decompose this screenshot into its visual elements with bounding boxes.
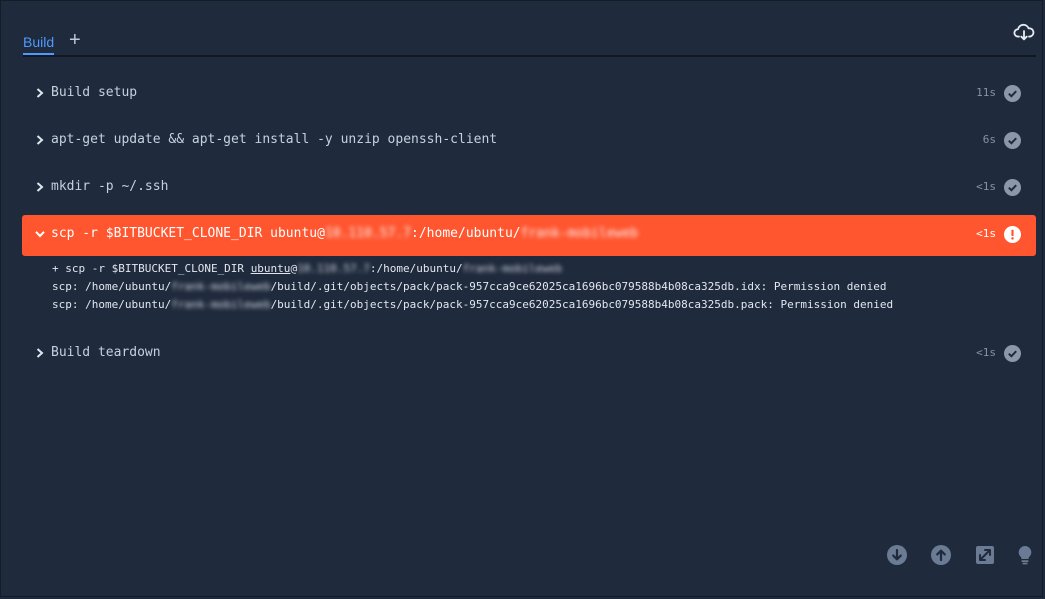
log-user-link[interactable]: ubuntu <box>251 262 291 275</box>
check-circle-icon <box>1004 345 1021 362</box>
arrow-down-icon <box>887 545 907 565</box>
step-command: apt-get update && apt-get install -y unz… <box>51 132 498 147</box>
chevron-right-icon <box>36 348 44 358</box>
chevron-right-icon <box>36 135 44 145</box>
log-text: /build/.git/objects/pack/pack-957cca9ce6… <box>270 280 887 293</box>
cloud-download-icon[interactable] <box>1013 21 1035 43</box>
step-mkdir[interactable]: mkdir -p ~/.ssh <1s <box>22 168 1036 208</box>
step-duration: <1s <box>976 180 996 193</box>
command-prefix: scp -r $BITBUCKET_CLONE_DIR ubuntu@ <box>51 226 325 241</box>
redacted-ip: 10.110.57.7 <box>297 262 370 275</box>
check-circle-icon <box>1004 132 1021 149</box>
step-build-teardown[interactable]: Build teardown <1s <box>22 334 1036 374</box>
log-text: @ <box>290 262 298 275</box>
scroll-to-bottom-button[interactable] <box>887 545 907 565</box>
log-text: scp: /home/ubuntu/ <box>52 280 172 293</box>
check-circle-icon <box>1004 179 1021 196</box>
tab-bar: Build + <box>23 28 1036 57</box>
redacted-dir: frank-mobileweb <box>520 226 639 241</box>
step-log-output: + scp -r $BITBUCKET_CLONE_DIR ubuntu@10.… <box>52 260 893 314</box>
command-path: :/home/ubuntu/ <box>411 226 521 241</box>
arrow-up-icon <box>931 545 951 565</box>
log-line: scp: /home/ubuntu/frank-mobileweb/build/… <box>52 278 893 296</box>
scroll-to-top-button[interactable] <box>931 545 951 565</box>
add-tab-button[interactable]: + <box>69 30 81 50</box>
chevron-right-icon <box>36 88 44 98</box>
step-build-setup[interactable]: Build setup 11s <box>22 74 1036 114</box>
step-scp-failed[interactable]: scp -r $BITBUCKET_CLONE_DIR ubuntu@10.11… <box>22 215 1036 256</box>
check-circle-icon <box>1004 85 1021 102</box>
step-duration: 11s <box>976 86 996 99</box>
log-text: + scp -r $BITBUCKET_CLONE_DIR <box>52 262 251 275</box>
step-duration: <1s <box>976 346 996 359</box>
log-line: scp: /home/ubuntu/frank-mobileweb/build/… <box>52 296 893 314</box>
redacted-dir: frank-mobileweb <box>171 298 271 311</box>
step-duration: <1s <box>976 227 996 240</box>
log-text: scp: /home/ubuntu/ <box>52 298 172 311</box>
expand-icon <box>976 546 994 564</box>
expand-button[interactable] <box>975 545 995 565</box>
log-text: :/home/ubuntu/ <box>369 262 463 275</box>
redacted-ip: 10.110.57.7 <box>324 226 412 241</box>
tips-button[interactable] <box>1016 545 1036 565</box>
log-text: /build/.git/objects/pack/pack-957cca9ce6… <box>270 298 894 311</box>
error-circle-icon <box>1004 226 1021 243</box>
redacted-dir: frank-mobileweb <box>462 262 562 275</box>
tab-build[interactable]: Build <box>23 34 55 55</box>
log-line: + scp -r $BITBUCKET_CLONE_DIR ubuntu@10.… <box>52 260 893 278</box>
chevron-right-icon <box>36 182 44 192</box>
step-command: mkdir -p ~/.ssh <box>51 179 169 194</box>
step-command: Build setup <box>51 85 138 100</box>
chevron-down-icon <box>35 231 45 238</box>
step-command: Build teardown <box>51 345 161 360</box>
step-command: scp -r $BITBUCKET_CLONE_DIR ubuntu@10.11… <box>51 226 638 241</box>
step-duration: 6s <box>982 133 996 146</box>
redacted-dir: frank-mobileweb <box>171 280 271 293</box>
lightbulb-icon <box>1018 546 1032 565</box>
step-apt-get[interactable]: apt-get update && apt-get install -y unz… <box>22 121 1036 161</box>
